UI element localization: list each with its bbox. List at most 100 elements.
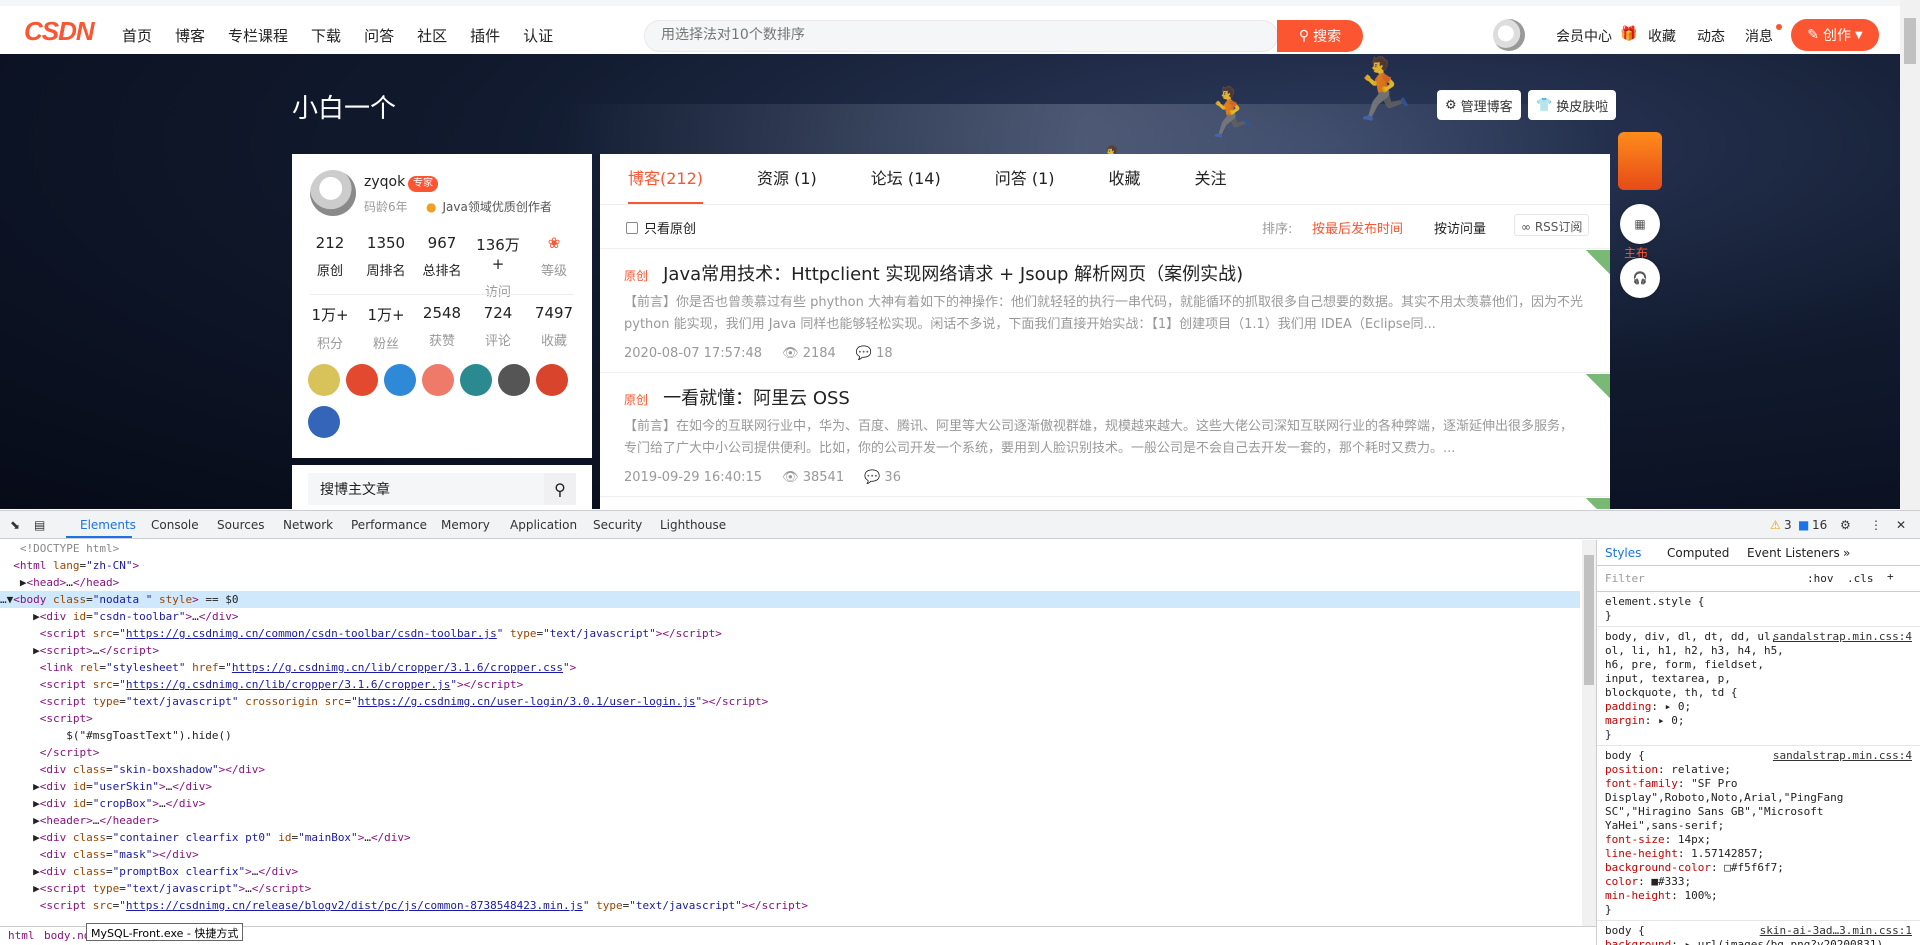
medal-icon[interactable] xyxy=(536,364,568,396)
tab-favorites[interactable]: 收藏 xyxy=(1109,154,1141,204)
stat-total-rank[interactable]: 967 总排名 xyxy=(414,234,470,279)
only-original-filter[interactable]: 只看原创 xyxy=(626,218,696,237)
crumb-body[interactable]: body.no xyxy=(44,929,90,942)
tab-application[interactable]: Application xyxy=(510,518,577,532)
message-count[interactable]: 16 xyxy=(1812,518,1827,532)
dom-line[interactable]: <div class="skin-boxshadow"></div> xyxy=(0,761,1580,778)
dom-line[interactable]: ▶<script>…</script> xyxy=(0,642,1580,659)
headset-icon[interactable]: 🎧 xyxy=(1620,258,1660,298)
styles-filter-input[interactable]: Filter xyxy=(1605,572,1645,585)
tab-sources[interactable]: Sources xyxy=(217,518,264,532)
only-original-checkbox[interactable] xyxy=(626,221,638,234)
close-icon[interactable]: ✕ xyxy=(1896,518,1906,532)
dom-line[interactable]: ▶<div class="container clearfix pt0" id=… xyxy=(0,829,1580,846)
dom-line[interactable]: ▶<head>…</head> xyxy=(0,574,1580,591)
dom-line[interactable]: ▶<div id="cropBox">…</div> xyxy=(0,795,1580,812)
message-icon[interactable]: ■ xyxy=(1798,518,1809,532)
inspect-icon[interactable]: ⬊ xyxy=(10,518,20,532)
crumb-html[interactable]: html xyxy=(8,929,35,942)
tab-computed[interactable]: Computed xyxy=(1667,546,1729,560)
style-rule[interactable]: skin-ai-3ad…3.min.css:1 body { backgroun… xyxy=(1597,921,1920,945)
article-title[interactable]: Java常用技术：Httpclient 实现网络请求 + Jsoup 解析网页（… xyxy=(663,264,1243,285)
sort-latest[interactable]: 按最后发布时间 xyxy=(1312,218,1403,237)
search-icon[interactable]: ⚲ xyxy=(544,473,576,505)
rss-subscribe[interactable]: ∞ RSS订阅 xyxy=(1514,214,1590,236)
nav-courses[interactable]: 专栏课程 xyxy=(228,25,288,46)
page-scrollbar[interactable] xyxy=(1900,0,1920,510)
medal-icon[interactable] xyxy=(308,364,340,396)
style-rule[interactable]: sandalstrap.min.css:4 body { position: r… xyxy=(1597,746,1920,921)
stat-original[interactable]: 212 原创 xyxy=(302,234,358,279)
dom-line[interactable]: <script src="https://g.csdnimg.cn/common… xyxy=(0,625,1580,642)
dom-line[interactable]: <link rel="stylesheet" href="https://g.c… xyxy=(0,659,1580,676)
dom-line[interactable]: <script> xyxy=(0,710,1580,727)
add-rule-icon[interactable]: + xyxy=(1887,570,1894,583)
qrcode-icon[interactable]: ▦ xyxy=(1620,204,1660,244)
tab-security[interactable]: Security xyxy=(593,518,642,532)
settings-gear-icon[interactable]: ⚙ xyxy=(1840,518,1851,532)
dom-line[interactable]: <script type="text/javascript" crossorig… xyxy=(0,693,1580,710)
dom-line-selected[interactable]: …▼<body class="nodata " style> == $0 xyxy=(0,591,1580,608)
hov-toggle[interactable]: :hov xyxy=(1807,572,1834,585)
nav-certification[interactable]: 认证 xyxy=(523,25,553,46)
nav-plugins[interactable]: 插件 xyxy=(470,25,500,46)
dom-line[interactable]: ▶<header>…</header> xyxy=(0,812,1580,829)
dom-line[interactable]: ▶<div id="csdn-toolbar">…</div> xyxy=(0,608,1580,625)
style-source-link[interactable]: sandalstrap.min.css:4 xyxy=(1773,749,1912,763)
article-title[interactable]: 一看就懂：阿里云 OSS xyxy=(663,388,850,409)
dom-line[interactable]: <div class="mask"></div> xyxy=(0,846,1580,863)
stat-fans[interactable]: 1万+ 粉丝 xyxy=(358,304,414,352)
tab-forum[interactable]: 论坛 (14) xyxy=(871,154,941,204)
tab-lighthouse[interactable]: Lighthouse xyxy=(660,518,726,532)
profile-avatar[interactable] xyxy=(310,170,356,216)
style-rule[interactable]: element.style { } xyxy=(1597,592,1920,627)
dynamics-link[interactable]: 动态 xyxy=(1697,26,1725,46)
style-source-link[interactable]: skin-ai-3ad…3.min.css:1 xyxy=(1760,924,1912,938)
dom-line[interactable]: <script src="https://g.csdnimg.cn/lib/cr… xyxy=(0,676,1580,693)
medal-icon[interactable] xyxy=(460,364,492,396)
tab-console[interactable]: Console xyxy=(151,518,199,532)
stat-level[interactable]: ❀ 等级 xyxy=(526,234,582,279)
dom-line[interactable]: ▶<div id="userSkin">…</div> xyxy=(0,778,1580,795)
dom-tree-scrollbar-thumb[interactable] xyxy=(1584,555,1594,685)
csdn-logo[interactable]: CSDN xyxy=(24,16,106,50)
messages-link[interactable]: 消息 xyxy=(1745,26,1773,46)
dom-line[interactable]: ▶<div class="promptBox clearfix">…</div> xyxy=(0,863,1580,880)
user-avatar[interactable] xyxy=(1493,19,1525,51)
profile-username[interactable]: zyqok xyxy=(364,174,405,190)
more-options-icon[interactable]: ⋮ xyxy=(1870,518,1882,532)
tab-styles[interactable]: Styles xyxy=(1605,546,1641,560)
manage-blog-button[interactable]: ⚙ 管理博客 xyxy=(1437,90,1521,120)
cls-toggle[interactable]: .cls xyxy=(1847,572,1874,585)
blog-search-input[interactable]: 搜博主文章 xyxy=(308,473,548,505)
vip-center-link[interactable]: 会员中心 xyxy=(1556,26,1612,46)
tab-following[interactable]: 关注 xyxy=(1195,154,1227,204)
warning-icon[interactable]: ⚠ xyxy=(1770,518,1781,532)
tab-blog[interactable]: 博客(212) xyxy=(628,154,704,204)
nav-blog[interactable]: 博客 xyxy=(175,25,205,46)
gift-box-widget[interactable] xyxy=(1618,132,1662,190)
device-toggle-icon[interactable]: ▤ xyxy=(34,518,45,532)
page-scrollbar-thumb[interactable] xyxy=(1904,18,1916,64)
nav-home[interactable]: 首页 xyxy=(122,25,152,46)
medal-icon[interactable] xyxy=(384,364,416,396)
tab-memory[interactable]: Memory xyxy=(441,518,490,532)
tab-performance[interactable]: Performance xyxy=(351,518,427,532)
more-tabs-icon[interactable]: » xyxy=(1843,546,1850,560)
dom-line[interactable]: <!DOCTYPE html> xyxy=(0,540,1580,557)
sort-views[interactable]: 按访问量 xyxy=(1434,218,1486,237)
style-rule[interactable]: sandalstrap.min.css:4 body, div, dl, dt,… xyxy=(1597,627,1920,746)
favorites-link[interactable]: 收藏 xyxy=(1648,26,1676,46)
search-input[interactable] xyxy=(661,27,1261,43)
warning-count[interactable]: 3 xyxy=(1784,518,1792,532)
nav-community[interactable]: 社区 xyxy=(417,25,447,46)
tab-qa[interactable]: 问答 (1) xyxy=(995,154,1055,204)
create-button[interactable]: ✎ 创作 ▼ xyxy=(1791,19,1879,51)
dom-line[interactable]: $("#msgToastText").hide() xyxy=(0,727,1580,744)
dom-line[interactable]: </script> xyxy=(0,744,1580,761)
medal-icon[interactable] xyxy=(422,364,454,396)
nav-download[interactable]: 下载 xyxy=(311,25,341,46)
list-item[interactable]: 原创 一看就懂：阿里云 OSS 【前言】在如今的互联网行业中，华为、百度、腾讯、… xyxy=(624,384,1584,485)
dom-line[interactable]: <script src="https://csdnimg.cn/release/… xyxy=(0,897,1580,914)
tab-resources[interactable]: 资源 (1) xyxy=(757,154,817,204)
